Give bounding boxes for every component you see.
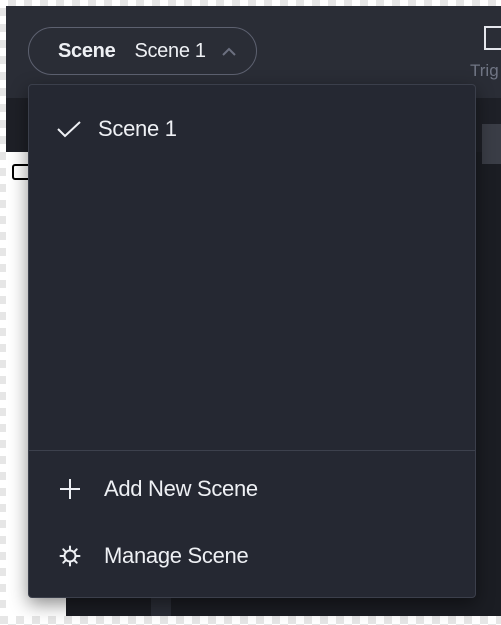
manage-scene-label: Manage Scene <box>104 543 249 568</box>
scene-selector-value: Scene 1 <box>134 39 206 62</box>
chevron-up-icon <box>220 45 238 57</box>
trigger-icon[interactable] <box>484 26 501 50</box>
add-new-scene-label: Add New Scene <box>104 476 258 501</box>
manage-scene-button[interactable]: Manage Scene <box>29 532 475 580</box>
scene-option-label: Scene 1 <box>98 116 177 141</box>
gear-icon <box>58 544 82 568</box>
scene-selector-button[interactable]: Scene Scene 1 <box>28 27 257 75</box>
check-icon <box>56 119 82 139</box>
trigger-label[interactable]: Trig <box>470 61 499 81</box>
scene-selector-label: Scene <box>58 39 116 62</box>
menu-divider <box>29 450 475 451</box>
canvas-divider <box>151 596 171 616</box>
scene-dropdown-menu: Scene 1 Add New Scene Manage Scene <box>28 84 476 598</box>
add-new-scene-button[interactable]: Add New Scene <box>29 465 475 513</box>
right-scrollbar[interactable] <box>482 124 501 164</box>
scene-option-scene-1[interactable]: Scene 1 <box>29 107 475 151</box>
plus-icon <box>58 477 82 501</box>
